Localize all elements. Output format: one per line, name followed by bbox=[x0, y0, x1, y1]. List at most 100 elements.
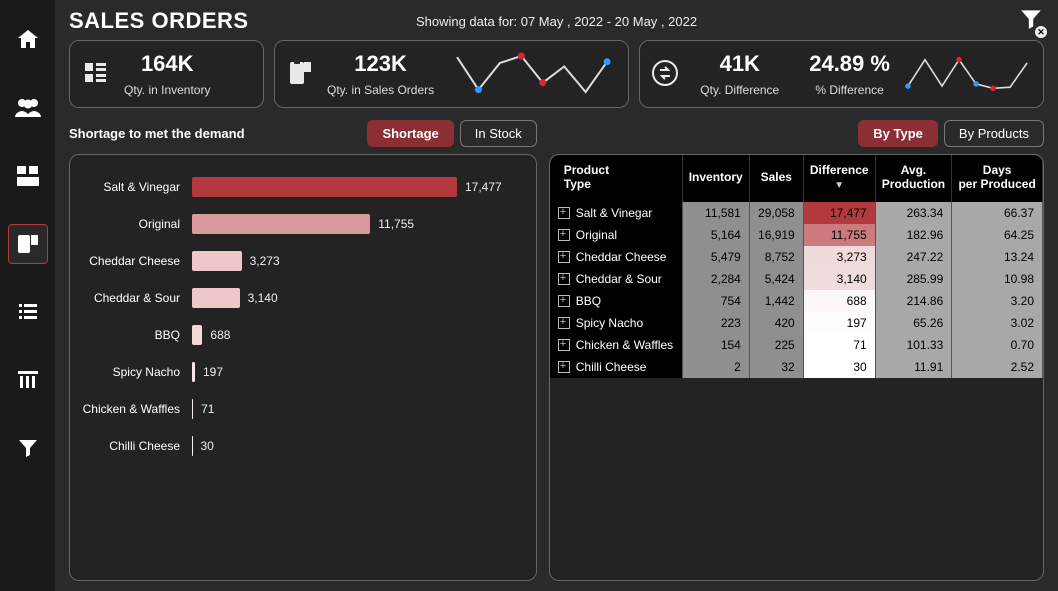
swap-icon bbox=[652, 60, 678, 89]
shortage-title: Shortage to met the demand bbox=[69, 126, 245, 141]
bar-value-label: 71 bbox=[201, 402, 214, 416]
cell-days-produced: 66.37 bbox=[952, 202, 1043, 224]
table-row[interactable]: Cheddar Cheese5,4798,7523,273247.2213.24 bbox=[550, 246, 1043, 268]
bar[interactable] bbox=[192, 288, 240, 308]
header: SALES ORDERS Showing data for: 07 May , … bbox=[69, 8, 1044, 34]
expand-icon[interactable] bbox=[558, 207, 570, 219]
col-avg-production[interactable]: Avg.Production bbox=[875, 155, 952, 202]
kpi-diff-label: Qty. Difference bbox=[700, 83, 779, 97]
product-table: ProductTypeInventorySalesDifference▼Avg.… bbox=[550, 155, 1043, 378]
table-row[interactable]: Chilli Cheese2323011.912.52 bbox=[550, 356, 1043, 378]
bar-row: Salt & Vinegar17,477 bbox=[82, 177, 518, 197]
nav-inventory[interactable] bbox=[8, 156, 48, 196]
cell-avg-production: 263.34 bbox=[875, 202, 952, 224]
cell-inventory: 754 bbox=[682, 290, 749, 312]
cell-sales: 8,752 bbox=[749, 246, 803, 268]
list-icon bbox=[16, 300, 40, 324]
bar-value-label: 3,273 bbox=[250, 254, 280, 268]
bar-value-label: 197 bbox=[203, 365, 223, 379]
people-icon bbox=[14, 97, 42, 119]
cell-inventory: 2,284 bbox=[682, 268, 749, 290]
side-nav bbox=[0, 0, 55, 591]
cell-avg-production: 65.26 bbox=[875, 312, 952, 334]
boxes-icon bbox=[82, 59, 110, 90]
col-days-per-produced[interactable]: Daysper Produced bbox=[952, 155, 1043, 202]
filter-clear-button[interactable]: ✕ bbox=[1018, 6, 1044, 35]
expand-icon[interactable] bbox=[558, 273, 570, 285]
sort-desc-icon: ▼ bbox=[810, 180, 869, 192]
table-row[interactable]: Cheddar & Sour2,2845,4243,140285.9910.98 bbox=[550, 268, 1043, 290]
nav-people[interactable] bbox=[8, 88, 48, 128]
bar[interactable] bbox=[192, 177, 457, 197]
col-difference[interactable]: Difference▼ bbox=[803, 155, 875, 202]
cell-type: Salt & Vinegar bbox=[550, 202, 682, 224]
cell-days-produced: 3.20 bbox=[952, 290, 1043, 312]
table-row[interactable]: Original5,16416,91911,755182.9664.25 bbox=[550, 224, 1043, 246]
shortage-chart-panel: Salt & Vinegar17,477 Original11,755 Chedda… bbox=[69, 154, 537, 581]
cell-days-produced: 2.52 bbox=[952, 356, 1043, 378]
nav-filter[interactable] bbox=[8, 428, 48, 468]
cell-sales: 5,424 bbox=[749, 268, 803, 290]
nav-list[interactable] bbox=[8, 292, 48, 332]
cell-sales: 420 bbox=[749, 312, 803, 334]
expand-icon[interactable] bbox=[558, 295, 570, 307]
cell-type: Chilli Cheese bbox=[550, 356, 682, 378]
expand-icon[interactable] bbox=[558, 317, 570, 329]
bar[interactable] bbox=[192, 325, 202, 345]
bar-category-label: Chilli Cheese bbox=[82, 439, 184, 453]
bar-value-label: 11,755 bbox=[378, 217, 414, 231]
cell-sales: 225 bbox=[749, 334, 803, 356]
kpi-inventory-label: Qty. in Inventory bbox=[124, 83, 210, 97]
cell-difference: 3,273 bbox=[803, 246, 875, 268]
sparkline-sales bbox=[448, 51, 616, 97]
cell-days-produced: 64.25 bbox=[952, 224, 1043, 246]
bar[interactable] bbox=[192, 251, 242, 271]
cell-difference: 71 bbox=[803, 334, 875, 356]
expand-icon[interactable] bbox=[558, 361, 570, 373]
bar-value-label: 3,140 bbox=[248, 291, 278, 305]
columns-icon bbox=[15, 368, 41, 392]
col-sales[interactable]: Sales bbox=[749, 155, 803, 202]
inventory-icon bbox=[15, 164, 41, 188]
cell-difference: 688 bbox=[803, 290, 875, 312]
tab-by-products[interactable]: By Products bbox=[944, 120, 1044, 147]
kpi-diff-card: 41K Qty. Difference 24.89 % % Difference bbox=[639, 40, 1044, 108]
cell-difference: 197 bbox=[803, 312, 875, 334]
expand-icon[interactable] bbox=[558, 339, 570, 351]
cell-difference: 17,477 bbox=[803, 202, 875, 224]
page-title: SALES ORDERS bbox=[69, 8, 249, 34]
kpi-diff-value: 41K bbox=[700, 51, 779, 77]
bar-value-label: 688 bbox=[210, 328, 230, 342]
tab-in-stock[interactable]: In Stock bbox=[460, 120, 537, 147]
col-inventory[interactable]: Inventory bbox=[682, 155, 749, 202]
table-row[interactable]: Spicy Nacho22342019765.263.02 bbox=[550, 312, 1043, 334]
bar-row: Original11,755 bbox=[82, 214, 518, 234]
orders-icon bbox=[16, 232, 40, 256]
nav-insights[interactable] bbox=[8, 360, 48, 400]
bar[interactable] bbox=[192, 399, 193, 419]
table-row[interactable]: Salt & Vinegar11,58129,05817,477263.3466… bbox=[550, 202, 1043, 224]
bar[interactable] bbox=[192, 214, 370, 234]
table-row[interactable]: Chicken & Waffles15422571101.330.70 bbox=[550, 334, 1043, 356]
nav-home[interactable] bbox=[8, 20, 48, 60]
expand-icon[interactable] bbox=[558, 229, 570, 241]
main: SALES ORDERS Showing data for: 07 May , … bbox=[55, 0, 1058, 591]
cell-inventory: 154 bbox=[682, 334, 749, 356]
bar-row: Cheddar & Sour3,140 bbox=[82, 288, 518, 308]
cell-type: Spicy Nacho bbox=[550, 312, 682, 334]
table-row[interactable]: BBQ7541,442688214.863.20 bbox=[550, 290, 1043, 312]
kpi-pct-value: 24.89 % bbox=[809, 51, 890, 77]
cell-avg-production: 247.22 bbox=[875, 246, 952, 268]
tab-by-type[interactable]: By Type bbox=[858, 120, 938, 147]
tab-shortage[interactable]: Shortage bbox=[367, 120, 453, 147]
cell-difference: 30 bbox=[803, 356, 875, 378]
cell-type: Cheddar Cheese bbox=[550, 246, 682, 268]
nav-orders[interactable] bbox=[8, 224, 48, 264]
date-range: Showing data for: 07 May , 2022 - 20 May… bbox=[416, 14, 697, 29]
bar-row: Cheddar Cheese3,273 bbox=[82, 251, 518, 271]
expand-icon[interactable] bbox=[558, 251, 570, 263]
bar[interactable] bbox=[192, 362, 195, 382]
cell-avg-production: 11.91 bbox=[875, 356, 952, 378]
cell-type: Original bbox=[550, 224, 682, 246]
col-product-type[interactable]: ProductType bbox=[550, 155, 682, 202]
